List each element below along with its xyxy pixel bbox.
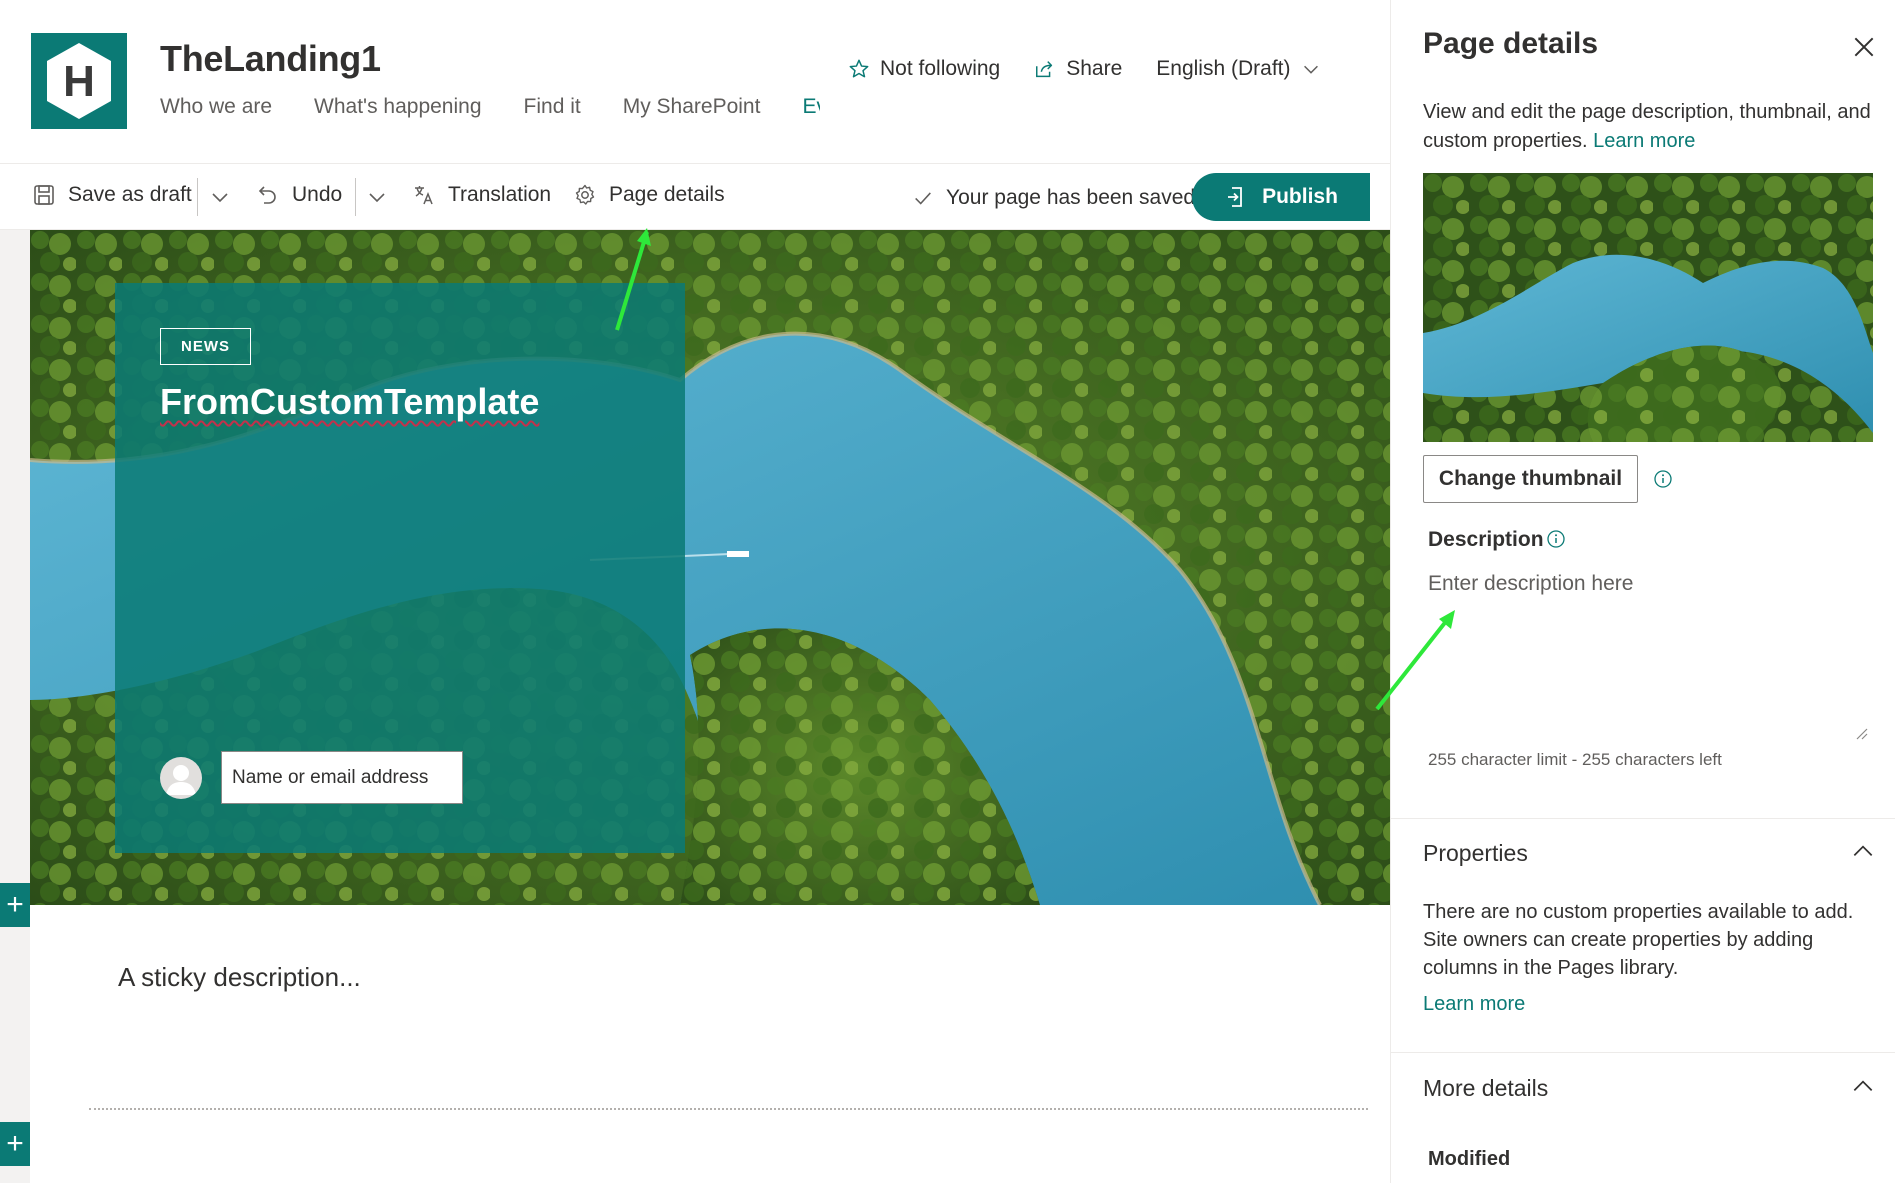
publish-icon: [1228, 187, 1242, 207]
save-as-draft-label: Save as draft: [68, 183, 192, 206]
share-label: Share: [1066, 57, 1123, 80]
character-limit-text: 255 character limit - 255 characters lef…: [1428, 750, 1722, 769]
info-icon[interactable]: [1546, 529, 1566, 549]
more-details-section-header[interactable]: More details: [1423, 1075, 1548, 1102]
nav-item-who-we-are[interactable]: Who we are: [160, 95, 272, 119]
share-button[interactable]: Share: [1034, 57, 1122, 81]
site-title[interactable]: TheLanding1: [160, 38, 381, 80]
page-details-button[interactable]: Page details: [573, 183, 725, 207]
learn-more-link[interactable]: Learn more: [1593, 130, 1695, 152]
site-logo[interactable]: H: [31, 33, 127, 129]
properties-section-header[interactable]: Properties: [1423, 840, 1528, 867]
nav-item-my-sharepoint[interactable]: My SharePoint: [623, 95, 761, 119]
properties-learn-more-link[interactable]: Learn more: [1423, 993, 1525, 1016]
section-gutter: [0, 230, 30, 1183]
save-as-draft-button[interactable]: Save as draft: [32, 183, 192, 207]
nav-item-events-truncated[interactable]: Ev: [802, 95, 820, 119]
undo-options-dropdown[interactable]: [365, 185, 389, 209]
thumbnail-image: [1423, 173, 1873, 442]
nav-item-find-it[interactable]: Find it: [524, 95, 581, 119]
command-bar: Save as draft Undo Translation Page deta…: [0, 164, 1390, 230]
undo-label: Undo: [292, 183, 343, 206]
svg-text:H: H: [63, 57, 95, 106]
share-icon: [1036, 61, 1053, 78]
panel-intro: View and edit the page description, thum…: [1423, 98, 1873, 156]
title-overlay: NEWS FromCustomTemplate: [115, 283, 685, 853]
section-divider: [89, 1108, 1368, 1110]
save-options-dropdown[interactable]: [208, 185, 232, 209]
description-textarea[interactable]: [1423, 568, 1873, 743]
panel-separator: [1391, 818, 1895, 819]
panel-separator: [1391, 1052, 1895, 1053]
publish-button[interactable]: Publish: [1192, 173, 1370, 221]
site-navigation: Who we are What's happening Find it My S…: [160, 95, 820, 119]
modified-label: Modified: [1428, 1148, 1511, 1170]
panel-title: Page details: [1423, 27, 1599, 60]
page-title[interactable]: FromCustomTemplate: [160, 381, 539, 423]
undo-button[interactable]: Undo: [256, 183, 342, 207]
follow-label: Not following: [880, 57, 1001, 80]
page-thumbnail: [1423, 173, 1873, 442]
translation-button[interactable]: Translation: [412, 183, 551, 207]
language-label: English (Draft): [1156, 57, 1291, 80]
save-icon: [34, 185, 54, 205]
checkmark-icon: [915, 192, 931, 205]
info-icon[interactable]: [1653, 469, 1673, 489]
chevron-down-icon: [1304, 65, 1319, 74]
chevron-down-icon: [212, 193, 228, 203]
translation-label: Translation: [448, 183, 552, 206]
add-icon: +: [6, 888, 24, 921]
command-divider: [197, 178, 198, 216]
sharepoint-editor: H TheLanding1 Who we are What's happenin…: [0, 0, 1895, 1183]
save-status-text: Your page has been saved: [946, 186, 1196, 209]
add-icon: +: [6, 1127, 24, 1160]
chevron-down-icon: [369, 193, 385, 203]
add-section-button[interactable]: +: [0, 1122, 30, 1166]
translation-icon: [415, 186, 433, 205]
news-tag[interactable]: NEWS: [160, 328, 251, 365]
resize-grip-icon[interactable]: [1854, 726, 1868, 740]
language-selector[interactable]: English (Draft): [1156, 57, 1322, 81]
star-icon: [849, 59, 869, 78]
follow-button[interactable]: Not following: [848, 57, 1000, 81]
page-canvas: H TheLanding1 Who we are What's happenin…: [0, 0, 1390, 1183]
author-avatar: [160, 757, 202, 799]
nav-item-whats-happening[interactable]: What's happening: [314, 95, 481, 119]
description-label: Description: [1428, 528, 1544, 551]
author-byline-input[interactable]: [221, 751, 463, 804]
add-section-button[interactable]: +: [0, 883, 30, 927]
undo-icon: [258, 186, 276, 204]
change-thumbnail-button[interactable]: Change thumbnail: [1423, 455, 1638, 503]
command-divider: [355, 178, 356, 216]
person-icon: [166, 765, 196, 795]
chevron-up-icon[interactable]: [1850, 838, 1876, 864]
publish-label: Publish: [1262, 185, 1338, 208]
save-status: Your page has been saved: [912, 186, 1195, 210]
close-icon[interactable]: [1851, 34, 1877, 60]
page-details-panel: Page details View and edit the page desc…: [1375, 0, 1895, 1183]
properties-message: There are no custom properties available…: [1423, 901, 1854, 979]
site-header: H TheLanding1 Who we are What's happenin…: [0, 0, 1390, 164]
title-region[interactable]: NEWS FromCustomTemplate: [30, 230, 1390, 905]
page-details-label: Page details: [609, 183, 725, 206]
gear-icon: [575, 184, 595, 205]
hexagon-logo-icon: H: [47, 43, 111, 119]
chevron-up-icon[interactable]: [1850, 1073, 1876, 1099]
header-actions: Not following Share English (Draft): [848, 57, 1356, 81]
page-description-text[interactable]: A sticky description...: [118, 962, 361, 993]
